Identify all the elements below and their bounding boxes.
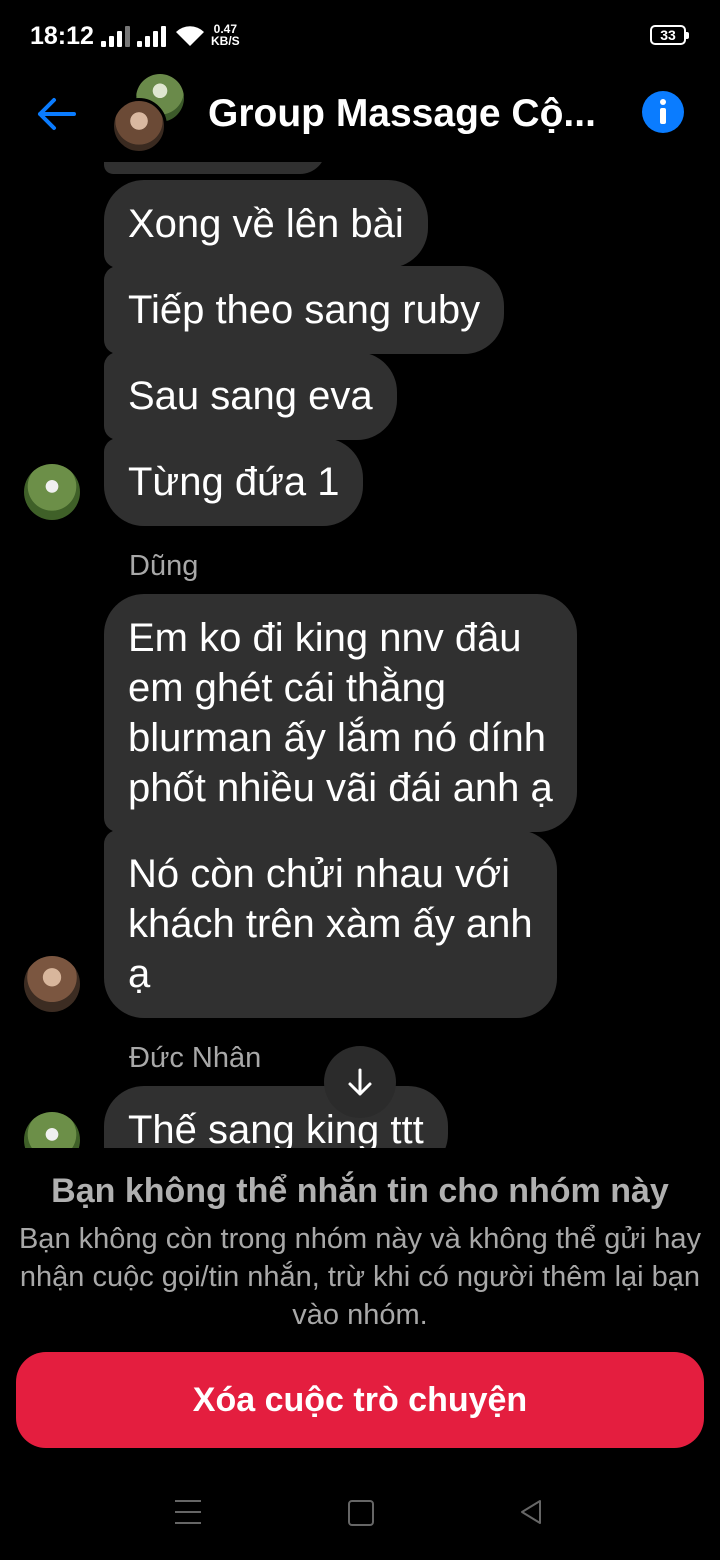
sender-avatar[interactable] [24, 1112, 80, 1148]
battery-icon: 33 [650, 25, 689, 45]
signal-icon-2 [137, 25, 166, 47]
conversation-title[interactable]: Group Massage Cộ... [208, 92, 608, 136]
avatar [111, 98, 167, 154]
arrow-down-icon [348, 1068, 372, 1096]
system-nav-bar [0, 1480, 720, 1560]
message-bubble[interactable]: Từng đứa 1 [104, 438, 364, 526]
signal-icon [101, 25, 130, 47]
status-bar: 18:12 0.47 KB/S 33 [0, 0, 720, 72]
home-icon[interactable] [348, 1500, 374, 1526]
message-bubble[interactable]: Tiếp theo sang ruby [104, 266, 505, 354]
wifi-icon [176, 26, 204, 46]
notice-title: Bạn không thể nhắn tin cho nhóm này [51, 1172, 669, 1210]
sender-avatar[interactable] [24, 956, 80, 1012]
chat-header: Group Massage Cộ... [0, 72, 720, 162]
message-bubble[interactable]: Em ko đi king nnv đâu em ghét cái thằng … [104, 594, 577, 832]
menu-icon[interactable] [175, 1500, 201, 1524]
arrow-left-icon[interactable] [34, 92, 78, 136]
delete-conversation-button[interactable]: Xóa cuộc trò chuyện [16, 1352, 704, 1448]
message-bubble[interactable]: Sau sang eva [104, 352, 397, 440]
message-thread[interactable]: Xong về lên bài Tiếp theo sang ruby Sau … [0, 162, 720, 1148]
info-icon[interactable] [642, 91, 684, 133]
scroll-to-bottom-button[interactable] [324, 1046, 396, 1118]
message-bubble[interactable]: Nó còn chửi nhau với khách trên xàm ấy a… [104, 830, 557, 1018]
sender-name: Đức Nhân [129, 1042, 262, 1074]
network-speed: 0.47 KB/S [211, 22, 240, 48]
message-bubble[interactable]: Xong về lên bài [104, 180, 428, 268]
group-avatar[interactable] [108, 74, 188, 154]
back-triangle-icon[interactable] [518, 1498, 544, 1526]
sender-name: Dũng [129, 550, 199, 582]
message-bubble[interactable]: Thế sang king ttt [104, 1086, 448, 1148]
notice-body: Bạn không còn trong nhóm này và không th… [18, 1223, 702, 1331]
status-time: 18:12 [30, 22, 94, 50]
message-bubble-partial [104, 162, 326, 174]
sender-avatar[interactable] [24, 464, 80, 520]
